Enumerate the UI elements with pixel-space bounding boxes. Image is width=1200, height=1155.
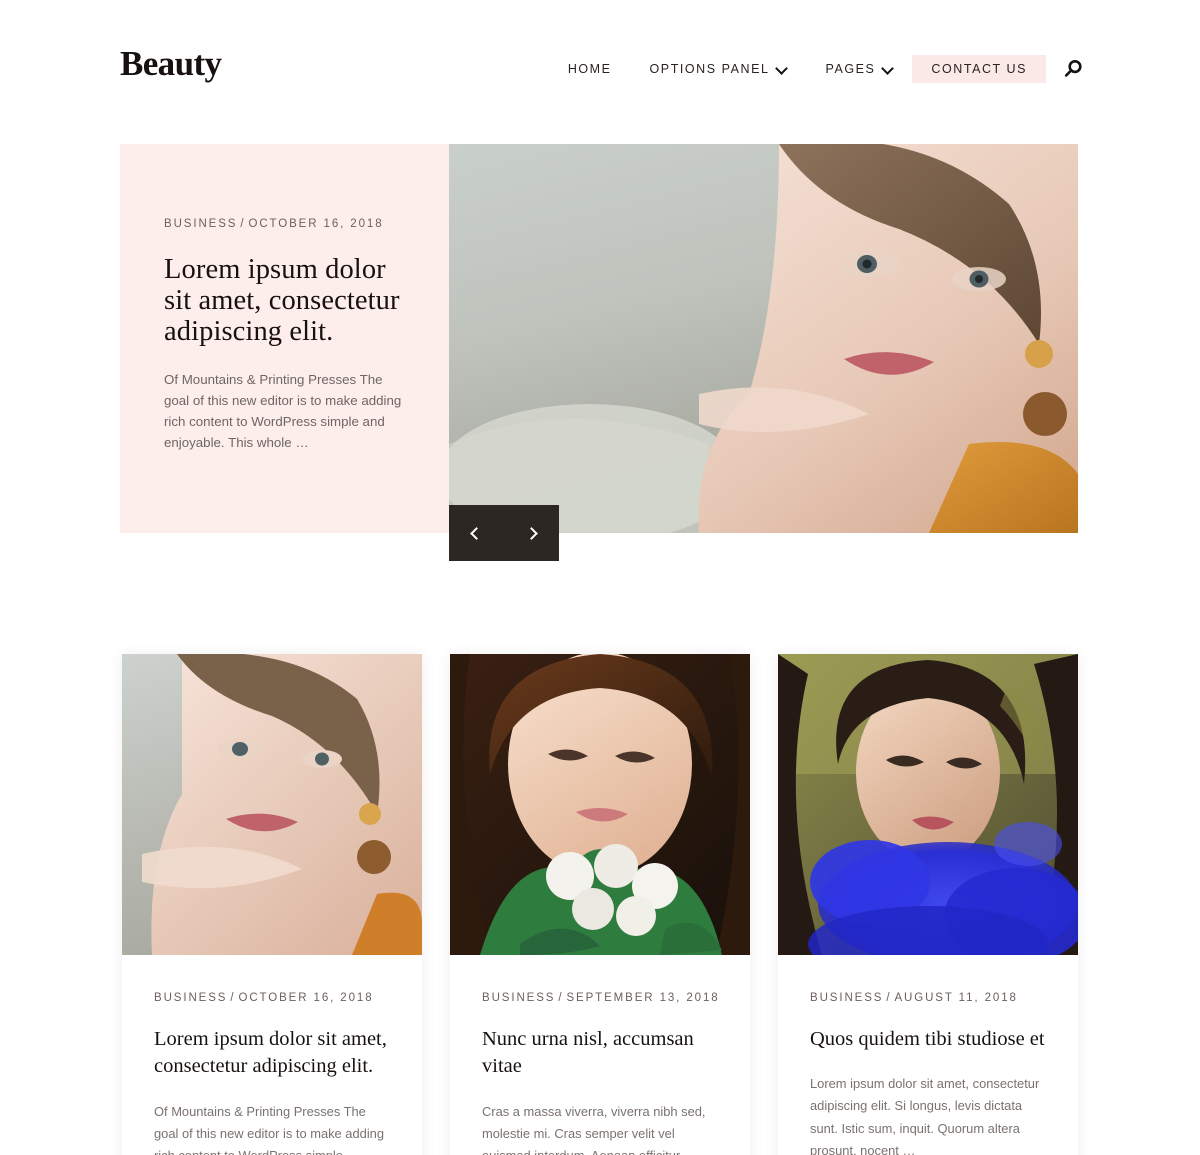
search-icon[interactable] <box>1058 54 1088 84</box>
slider-next-button[interactable] <box>518 519 546 547</box>
post-thumbnail[interactable] <box>450 654 750 955</box>
nav-item-home[interactable]: HOME <box>549 55 631 83</box>
post-card: BUSINESS / OCTOBER 16, 2018 Lorem ipsum do… <box>122 654 422 1155</box>
hero-meta: BUSINESS / OCTOBER 16, 2018 <box>164 218 409 230</box>
post-excerpt: Of Mountains & Printing Presses The goal… <box>154 1103 385 1155</box>
post-title[interactable]: Quos quidem tibi studiose et <box>810 1026 1046 1053</box>
hero-text-panel: BUSINESS / OCTOBER 16, 2018 Lorem ipsum do… <box>120 144 449 533</box>
post-meta-separator: / <box>558 992 564 1004</box>
hero-image[interactable] <box>449 144 1078 533</box>
post-card-body: BUSINESS / AUGUST 11, 2018 Quos quidem tib… <box>778 955 1078 1155</box>
hero-title[interactable]: Lorem ipsum dolor sit amet, consectetur … <box>164 254 409 347</box>
site-logo[interactable]: Beauty <box>120 46 222 81</box>
post-meta: BUSINESS / SEPTEMBER 13, 2018 <box>482 992 718 1004</box>
post-category[interactable]: BUSINESS <box>482 992 555 1004</box>
post-grid: BUSINESS / OCTOBER 16, 2018 Lorem ipsum do… <box>122 654 1078 1155</box>
hero-date: OCTOBER 16, 2018 <box>248 218 384 230</box>
nav-item-label: CONTACT US <box>931 62 1027 76</box>
post-category[interactable]: BUSINESS <box>154 992 227 1004</box>
slider-prev-button[interactable] <box>463 519 491 547</box>
hero-category[interactable]: BUSINESS <box>164 218 237 230</box>
chevron-left-icon <box>470 526 483 540</box>
nav-item-pages[interactable]: PAGES <box>806 55 912 83</box>
post-category[interactable]: BUSINESS <box>810 992 883 1004</box>
post-date: AUGUST 11, 2018 <box>894 992 1018 1004</box>
site-header: Beauty HOME OPTIONS PANEL PAGES CONTACT … <box>0 0 1200 137</box>
post-excerpt: Cras a massa viverra, viverra nibh sed, … <box>482 1103 706 1155</box>
chevron-right-icon <box>525 526 538 540</box>
post-title[interactable]: Lorem ipsum dolor sit amet, consectetur … <box>154 1026 390 1081</box>
post-card-body: BUSINESS / OCTOBER 16, 2018 Lorem ipsum do… <box>122 955 422 1155</box>
chevron-down-icon <box>777 63 787 73</box>
post-card: BUSINESS / AUGUST 11, 2018 Quos quidem tib… <box>778 654 1078 1155</box>
post-card-body: BUSINESS / SEPTEMBER 13, 2018 Nunc urna ni… <box>450 955 750 1155</box>
nav-item-label: HOME <box>567 62 612 76</box>
post-meta: BUSINESS / OCTOBER 16, 2018 <box>154 992 390 1004</box>
post-date: SEPTEMBER 13, 2018 <box>566 992 720 1004</box>
nav-item-contact-us[interactable]: CONTACT US <box>912 55 1046 83</box>
post-excerpt: Lorem ipsum dolor sit amet, consectetur … <box>810 1076 1040 1155</box>
main-navigation: HOME OPTIONS PANEL PAGES CONTACT US <box>549 54 1088 84</box>
post-thumbnail[interactable] <box>778 654 1078 955</box>
post-card: BUSINESS / SEPTEMBER 13, 2018 Nunc urna ni… <box>450 654 750 1155</box>
hero-slider: BUSINESS / OCTOBER 16, 2018 Lorem ipsum do… <box>120 144 1078 561</box>
post-meta: BUSINESS / AUGUST 11, 2018 <box>810 992 1046 1004</box>
hero-excerpt: Of Mountains & Printing Presses The goal… <box>164 372 402 451</box>
hero-text-inner: BUSINESS / OCTOBER 16, 2018 Lorem ipsum do… <box>164 218 409 453</box>
page-root: Beauty HOME OPTIONS PANEL PAGES CONTACT … <box>0 0 1200 1155</box>
hero-meta-separator: / <box>240 218 246 230</box>
post-date: OCTOBER 16, 2018 <box>238 992 374 1004</box>
post-title[interactable]: Nunc urna nisl, accumsan vitae <box>482 1026 718 1081</box>
post-meta-separator: / <box>886 992 892 1004</box>
slider-navigation <box>449 505 559 561</box>
chevron-down-icon <box>883 63 893 73</box>
nav-item-options-panel[interactable]: OPTIONS PANEL <box>631 55 807 83</box>
post-meta-separator: / <box>230 992 236 1004</box>
nav-item-label: PAGES <box>825 62 876 76</box>
post-thumbnail[interactable] <box>122 654 422 955</box>
nav-item-label: OPTIONS PANEL <box>649 62 770 76</box>
